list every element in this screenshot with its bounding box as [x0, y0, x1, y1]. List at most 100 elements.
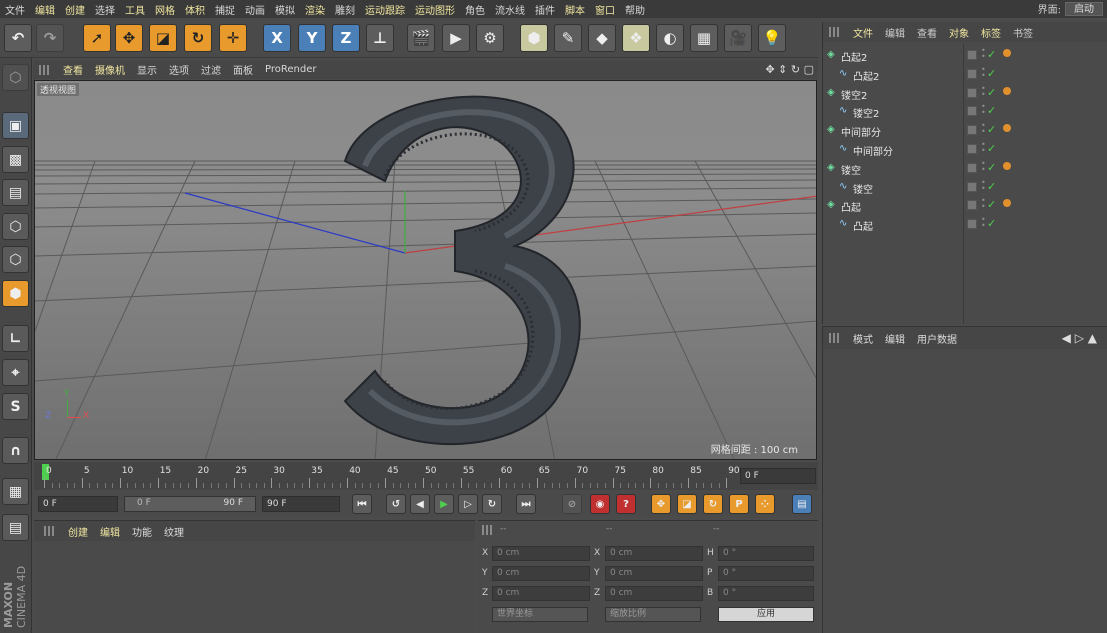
layer-icon[interactable]: [967, 50, 977, 60]
vp-menu-prorender[interactable]: ProRender: [259, 64, 322, 75]
model-number-three[interactable]: [343, 95, 581, 446]
edges-mode-icon[interactable]: ⬡: [2, 246, 29, 273]
enabled-check-icon[interactable]: ✓: [987, 86, 996, 99]
next-key-icon[interactable]: ↻: [482, 494, 502, 514]
record-keys-icon[interactable]: ◉: [590, 494, 610, 514]
obj-menu-edit[interactable]: 编辑: [879, 25, 911, 40]
deformer-icon[interactable]: ◐: [656, 24, 684, 52]
subdivision-icon[interactable]: ◆: [588, 24, 616, 52]
visibility-dots-icon[interactable]: • •: [981, 103, 986, 117]
layer-icon[interactable]: [967, 219, 977, 230]
size-z-field[interactable]: 0 cm: [605, 586, 703, 601]
visibility-dots-icon[interactable]: • •: [981, 84, 986, 98]
interface-dropdown[interactable]: 启动: [1065, 1, 1103, 16]
key-pla-icon[interactable]: ⁘: [755, 494, 775, 514]
enabled-check-icon[interactable]: ✓: [987, 198, 996, 211]
menu-animate[interactable]: 动画: [240, 2, 270, 17]
visibility-dots-icon[interactable]: • •: [981, 65, 986, 79]
vp-menu-filter[interactable]: 过滤: [195, 62, 227, 77]
rotate-icon[interactable]: ↻: [184, 24, 212, 52]
object-row[interactable]: ∿ 镂空 • • ✓: [823, 178, 1107, 197]
next-frame-icon[interactable]: ▷: [458, 494, 478, 514]
menu-simulate[interactable]: 模拟: [270, 2, 300, 17]
panel-grip-icon[interactable]: [482, 525, 494, 535]
attr-menu-edit[interactable]: 编辑: [879, 331, 911, 346]
lock-workplane-icon[interactable]: ▦: [2, 478, 29, 505]
axis-mode-icon[interactable]: ∟: [2, 325, 29, 352]
object-row[interactable]: ∿ 凸起2 • • ✓: [823, 65, 1107, 84]
layer-icon[interactable]: [967, 181, 977, 192]
object-row[interactable]: ∿ 凸起 • • ✓: [823, 215, 1107, 234]
enabled-check-icon[interactable]: ✓: [987, 217, 996, 230]
vp-menu-cameras[interactable]: 摄像机: [89, 62, 131, 77]
render-settings-icon[interactable]: ⚙: [476, 24, 504, 52]
key-param-icon[interactable]: P: [729, 494, 749, 514]
visibility-dots-icon[interactable]: • •: [981, 178, 986, 192]
rotation-h-field[interactable]: 0 °: [718, 546, 814, 561]
layer-icon[interactable]: [967, 68, 977, 79]
redo-icon[interactable]: ↷: [36, 24, 64, 52]
menu-plugins[interactable]: 插件: [530, 2, 560, 17]
enabled-check-icon[interactable]: ✓: [987, 48, 996, 61]
visibility-dots-icon[interactable]: • •: [981, 141, 986, 155]
play-icon[interactable]: ▶: [434, 494, 454, 514]
size-y-field[interactable]: 0 cm: [605, 566, 703, 581]
menu-mesh[interactable]: 网格: [150, 2, 180, 17]
enabled-check-icon[interactable]: ✓: [987, 180, 996, 193]
timeline-window-icon[interactable]: ▤: [792, 494, 812, 514]
record-disabled-icon[interactable]: ⊘: [562, 494, 582, 514]
vp-menu-panel[interactable]: 面板: [227, 62, 259, 77]
end-frame-field[interactable]: 90 F: [262, 496, 340, 512]
perspective-viewport[interactable]: 透视视图 网格间距 : 100 cm Y Z X: [34, 80, 817, 460]
polygons-mode-icon[interactable]: ⬢: [2, 280, 29, 307]
visibility-dots-icon[interactable]: • •: [981, 47, 986, 61]
object-name[interactable]: 凸起: [841, 199, 861, 214]
visibility-dots-icon[interactable]: • •: [981, 122, 986, 136]
attr-nav-arrows-icon[interactable]: ◀ ▷ ▲: [1062, 331, 1097, 345]
undo-icon[interactable]: ↶: [4, 24, 32, 52]
menu-snap[interactable]: 捕捉: [210, 2, 240, 17]
tweak-mode-icon[interactable]: ⌖: [2, 359, 29, 386]
panel-grip-icon[interactable]: [829, 27, 841, 37]
attr-menu-userdata[interactable]: 用户数据: [911, 331, 963, 346]
panel-grip-icon[interactable]: [44, 526, 56, 536]
obj-menu-tags[interactable]: 标签: [975, 25, 1007, 40]
make-editable-icon[interactable]: ⬡: [2, 64, 29, 91]
layer-icon[interactable]: [967, 125, 977, 136]
object-row[interactable]: ∿ 中间部分 • • ✓: [823, 140, 1107, 159]
visibility-dots-icon[interactable]: • •: [981, 159, 986, 173]
menu-mograph[interactable]: 运动图形: [410, 2, 460, 17]
layer-icon[interactable]: [967, 162, 977, 173]
menu-motion-tracking[interactable]: 运动跟踪: [360, 2, 410, 17]
pen-icon[interactable]: ✎: [554, 24, 582, 52]
vp-menu-view[interactable]: 查看: [57, 62, 89, 77]
menu-help[interactable]: 帮助: [620, 2, 650, 17]
menu-script[interactable]: 脚本: [560, 2, 590, 17]
vp-menu-options[interactable]: 选项: [163, 62, 195, 77]
obj-menu-bookmarks[interactable]: 书签: [1007, 25, 1039, 40]
key-position-icon[interactable]: ✥: [651, 494, 671, 514]
object-name[interactable]: 中间部分: [853, 143, 893, 158]
menu-sculpt[interactable]: 雕刻: [330, 2, 360, 17]
render-picture-viewer-icon[interactable]: ▶: [442, 24, 470, 52]
object-name[interactable]: 镂空2: [841, 87, 867, 102]
menu-edit[interactable]: 编辑: [30, 2, 60, 17]
y-axis-button[interactable]: Y: [298, 24, 326, 52]
scale-dropdown[interactable]: 缩放比例: [605, 607, 701, 622]
obj-menu-file[interactable]: 文件: [847, 25, 879, 40]
enabled-check-icon[interactable]: ✓: [987, 161, 996, 174]
menu-render[interactable]: 渲染: [300, 2, 330, 17]
layer-icon[interactable]: [967, 106, 977, 117]
render-view-icon[interactable]: 🎬: [407, 24, 435, 52]
rotation-b-field[interactable]: 0 °: [718, 586, 814, 601]
object-name[interactable]: 镂空2: [853, 105, 879, 120]
viewport-nav-icons[interactable]: ✥ ⇕ ↻ ▢: [765, 63, 814, 76]
menu-file[interactable]: 文件: [0, 2, 30, 17]
mat-menu-function[interactable]: 功能: [126, 524, 158, 539]
frame-range-slider[interactable]: 0 F 90 F: [124, 496, 256, 512]
position-y-field[interactable]: 0 cm: [492, 566, 590, 581]
position-z-field[interactable]: 0 cm: [492, 586, 590, 601]
menu-window[interactable]: 窗口: [590, 2, 620, 17]
z-axis-button[interactable]: Z: [332, 24, 360, 52]
current-frame-field[interactable]: 0 F: [740, 468, 816, 484]
